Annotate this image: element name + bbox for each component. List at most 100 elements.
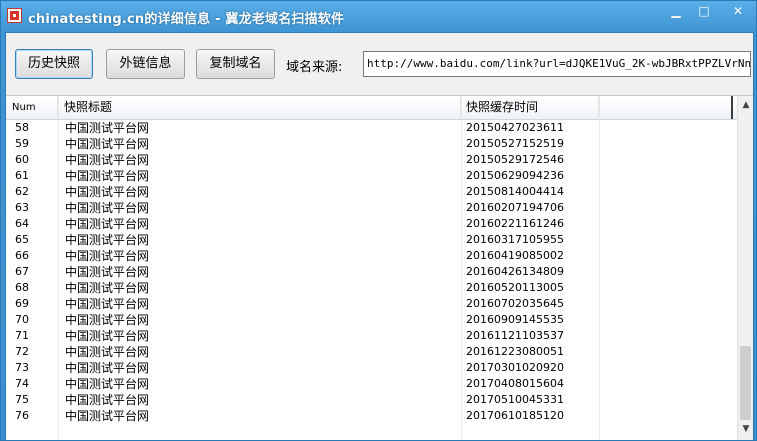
table-row[interactable]: 61 中国测试平台网 20150629094236	[6, 168, 737, 184]
cell-num: 68	[15, 281, 29, 294]
cell-num: 70	[15, 313, 29, 326]
cell-cache-time: 20161121103537	[466, 329, 564, 342]
table-row[interactable]: 66 中国测试平台网 20160419085002	[6, 248, 737, 264]
cell-num: 62	[15, 185, 29, 198]
cell-cache-time: 20160419085002	[466, 249, 564, 262]
column-header-extra[interactable]	[599, 96, 733, 119]
cell-cache-time: 20160426134809	[466, 265, 564, 278]
cell-cache-time: 20170408015604	[466, 377, 564, 390]
cell-cache-time: 20170301020920	[466, 361, 564, 374]
cell-title: 中国测试平台网	[65, 201, 150, 215]
cell-cache-time: 20160909145535	[466, 313, 564, 326]
cell-title: 中国测试平台网	[65, 249, 150, 263]
history-snapshot-button[interactable]: 历史快照	[15, 49, 93, 79]
close-button[interactable]: ✕	[719, 2, 757, 20]
table-row[interactable]: 63 中国测试平台网 20160207194706	[6, 200, 737, 216]
domain-source-field[interactable]: http://www.baidu.com/link?url=dJQKE1VuG_…	[363, 51, 751, 77]
cell-num: 58	[15, 121, 29, 134]
copy-domain-button[interactable]: 复制域名	[196, 49, 275, 79]
cell-num: 71	[15, 329, 29, 342]
table-row[interactable]: 68 中国测试平台网 20160520113005	[6, 280, 737, 296]
column-header-cache-time[interactable]: 快照缓存时间	[461, 96, 599, 119]
table-row[interactable]: 60 中国测试平台网 20150529172546	[6, 152, 737, 168]
column-header-title[interactable]: 快照标题	[58, 96, 461, 119]
cell-num: 75	[15, 393, 29, 406]
cell-title: 中国测试平台网	[65, 185, 150, 199]
table-row[interactable]: 72 中国测试平台网 20161223080051	[6, 344, 737, 360]
vertical-scrollbar[interactable]: ▲ ▼	[737, 96, 753, 440]
table-row[interactable]: 69 中国测试平台网 20160702035645	[6, 296, 737, 312]
cell-num: 67	[15, 265, 29, 278]
cell-cache-time: 20160207194706	[466, 201, 564, 214]
cell-title: 中国测试平台网	[65, 281, 150, 295]
cell-title: 中国测试平台网	[65, 297, 150, 311]
scroll-down-icon[interactable]: ▼	[738, 422, 753, 436]
cell-cache-time: 20170510045331	[466, 393, 564, 406]
table-row[interactable]: 64 中国测试平台网 20160221161246	[6, 216, 737, 232]
column-header-num[interactable]: Num	[6, 96, 58, 119]
cell-num: 59	[15, 137, 29, 150]
cell-num: 76	[15, 409, 29, 422]
table-header: Num 快照标题 快照缓存时间	[6, 96, 737, 120]
cell-title: 中国测试平台网	[65, 409, 150, 423]
cell-num: 61	[15, 169, 29, 182]
table-body: 58 中国测试平台网 20150427023611 59 中国测试平台网 20150527…	[6, 120, 737, 424]
table-row[interactable]: 71 中国测试平台网 20161121103537	[6, 328, 737, 344]
app-logo-icon	[7, 8, 22, 23]
cell-num: 60	[15, 153, 29, 166]
cell-cache-time: 20160702035645	[466, 297, 564, 310]
cell-num: 73	[15, 361, 29, 374]
cell-title: 中国测试平台网	[65, 377, 150, 391]
cell-cache-time: 20160221161246	[466, 217, 564, 230]
table-row[interactable]: 73 中国测试平台网 20170301020920	[6, 360, 737, 376]
maximize-button[interactable]: □	[691, 2, 717, 20]
cell-cache-time: 20150814004414	[466, 185, 564, 198]
minimize-button[interactable]: ▁	[663, 2, 689, 20]
cell-cache-time: 20160317105955	[466, 233, 564, 246]
cell-title: 中国测试平台网	[65, 121, 150, 135]
scroll-up-icon[interactable]: ▲	[738, 98, 753, 112]
cell-num: 65	[15, 233, 29, 246]
cell-title: 中国测试平台网	[65, 313, 150, 327]
table-row[interactable]: 59 中国测试平台网 20150527152519	[6, 136, 737, 152]
cell-cache-time: 20170610185120	[466, 409, 564, 422]
cell-title: 中国测试平台网	[65, 169, 150, 183]
cell-title: 中国测试平台网	[65, 329, 150, 343]
cell-cache-time: 20150529172546	[466, 153, 564, 166]
cell-title: 中国测试平台网	[65, 265, 150, 279]
table-row[interactable]: 70 中国测试平台网 20160909145535	[6, 312, 737, 328]
outlinks-info-button[interactable]: 外链信息	[106, 49, 185, 79]
table-row[interactable]: 67 中国测试平台网 20160426134809	[6, 264, 737, 280]
snapshot-table[interactable]: Num 快照标题 快照缓存时间 58 中国测试平台网 20150427023611 5…	[6, 95, 753, 440]
toolbar: 历史快照 外链信息 复制域名 域名来源: http://www.baidu.co…	[6, 33, 753, 91]
cell-cache-time: 20150527152519	[466, 137, 564, 150]
window-title: chinatesting.cn的详细信息 - 冀龙老域名扫描软件	[28, 12, 345, 27]
cell-cache-time: 20150629094236	[466, 169, 564, 182]
cell-num: 66	[15, 249, 29, 262]
table-row[interactable]: 62 中国测试平台网 20150814004414	[6, 184, 737, 200]
cell-title: 中国测试平台网	[65, 345, 150, 359]
cell-title: 中国测试平台网	[65, 137, 150, 151]
cell-num: 63	[15, 201, 29, 214]
table-row[interactable]: 76 中国测试平台网 20170610185120	[6, 408, 737, 424]
cell-num: 64	[15, 217, 29, 230]
title-bar[interactable]: chinatesting.cn的详细信息 - 冀龙老域名扫描软件 ▁ □ ✕	[1, 1, 756, 31]
domain-source-label: 域名来源:	[286, 60, 343, 75]
cell-num: 69	[15, 297, 29, 310]
cell-cache-time: 20150427023611	[466, 121, 564, 134]
table-row[interactable]: 75 中国测试平台网 20170510045331	[6, 392, 737, 408]
cell-num: 72	[15, 345, 29, 358]
cell-title: 中国测试平台网	[65, 217, 150, 231]
cell-cache-time: 20161223080051	[466, 345, 564, 358]
cell-title: 中国测试平台网	[65, 393, 150, 407]
cell-num: 74	[15, 377, 29, 390]
table-row[interactable]: 58 中国测试平台网 20150427023611	[6, 120, 737, 136]
cell-title: 中国测试平台网	[65, 361, 150, 375]
app-window: chinatesting.cn的详细信息 - 冀龙老域名扫描软件 ▁ □ ✕ 历…	[0, 0, 757, 441]
table-row[interactable]: 74 中国测试平台网 20170408015604	[6, 376, 737, 392]
table-row[interactable]: 65 中国测试平台网 20160317105955	[6, 232, 737, 248]
cell-title: 中国测试平台网	[65, 233, 150, 247]
client-area: 历史快照 外链信息 复制域名 域名来源: http://www.baidu.co…	[5, 32, 754, 440]
cell-title: 中国测试平台网	[65, 153, 150, 167]
scroll-thumb[interactable]	[740, 346, 751, 420]
